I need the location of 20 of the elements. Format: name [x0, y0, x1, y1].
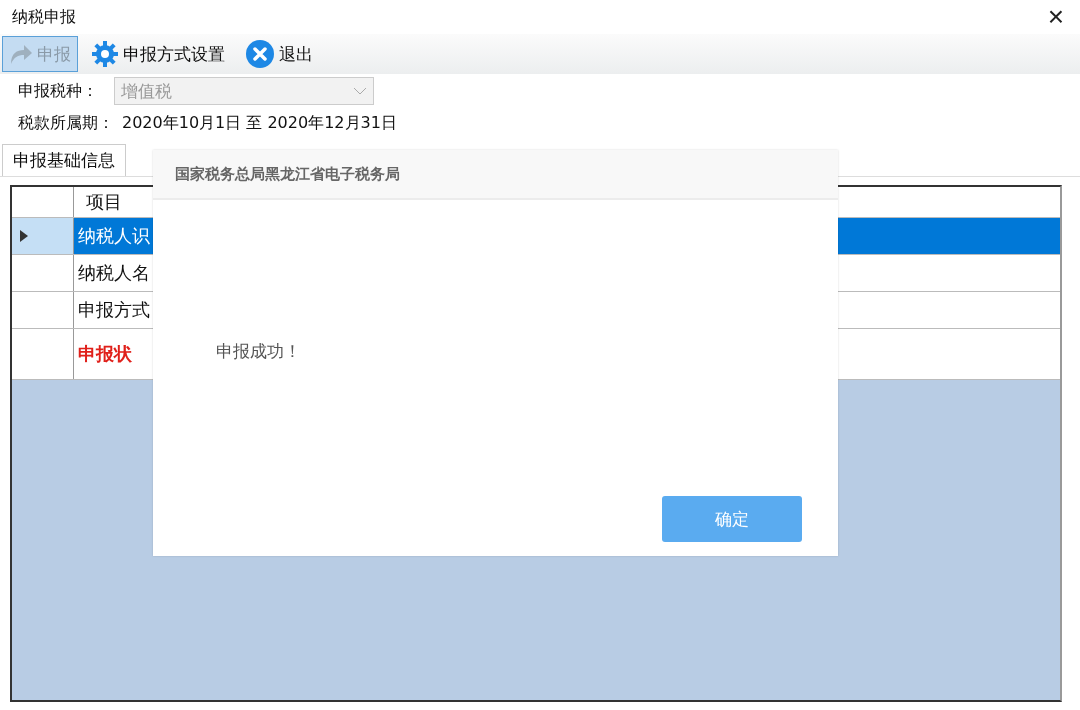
- table-cell: 纳税人名: [78, 261, 150, 285]
- field-label: 申报税种：: [18, 80, 98, 102]
- redo-arrow-icon: [9, 43, 33, 65]
- close-icon: [245, 39, 275, 69]
- field-label: 税款所属期：: [18, 112, 114, 134]
- chevron-down-icon: [353, 87, 367, 95]
- table-cell: 申报方式: [78, 298, 150, 322]
- dialog-title: 国家税务总局黑龙江省电子税务局: [175, 164, 400, 184]
- settings-icon: [91, 40, 119, 68]
- period-value: 2020年10月1日 至 2020年12月31日: [122, 112, 397, 134]
- toolbar-button[interactable]: 退出: [238, 36, 320, 72]
- tab[interactable]: 申报基础信息: [2, 144, 126, 176]
- toolbar-button[interactable]: 申报方式设置: [84, 36, 232, 72]
- row-pointer-icon: [20, 230, 28, 242]
- column-header: 项目: [85, 190, 122, 214]
- close-button[interactable]: ×: [1043, 3, 1068, 31]
- dialog-message: 申报成功！: [216, 340, 302, 363]
- table-cell: 申报状: [78, 342, 132, 366]
- table-cell: 纳税人识: [78, 224, 150, 248]
- window-title: 纳税申报: [12, 6, 76, 28]
